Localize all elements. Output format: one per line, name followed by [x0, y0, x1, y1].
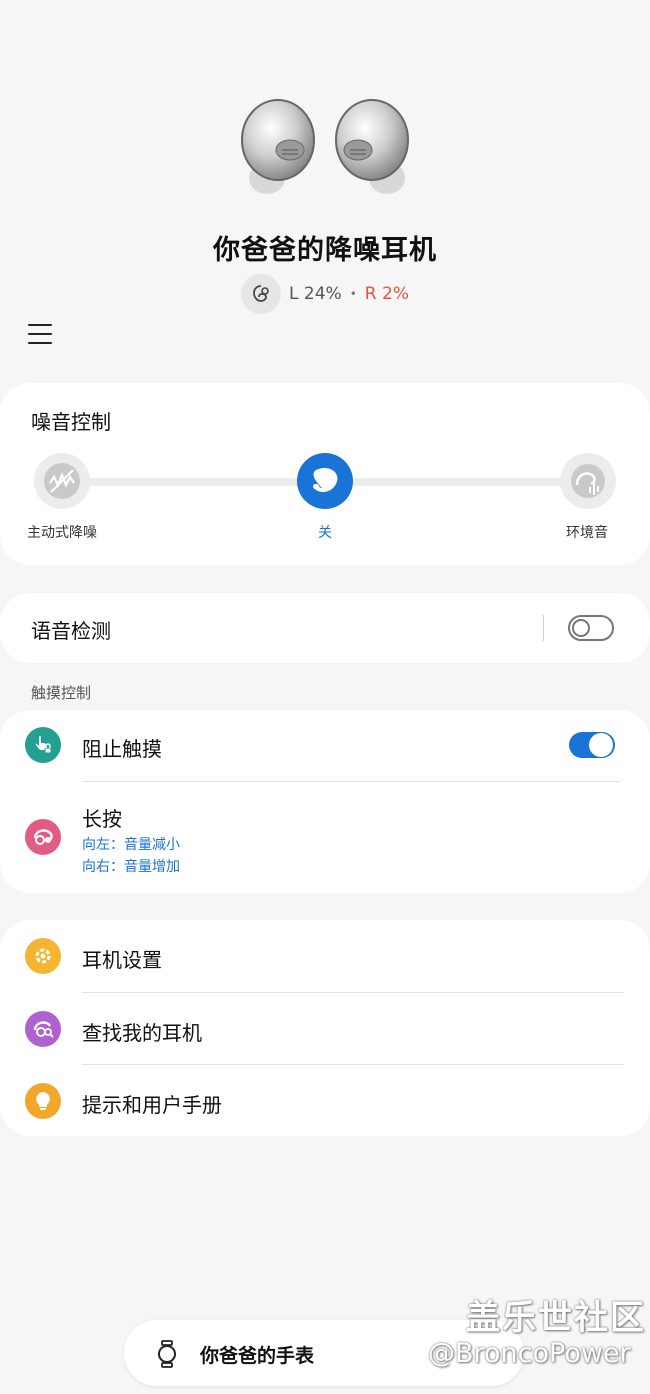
long-press-label[interactable]: 长按: [82, 803, 122, 832]
earbud-off-icon: [313, 467, 338, 492]
lightbulb-icon: [25, 1083, 61, 1119]
ambient-sound-icon: [571, 464, 605, 498]
voice-detect-toggle[interactable]: [568, 615, 614, 641]
block-touch-toggle[interactable]: [569, 732, 615, 758]
find-my-earbuds-item[interactable]: 查找我的耳机: [82, 1017, 202, 1046]
watch-icon: [158, 1340, 176, 1368]
long-press-icon: [25, 819, 61, 855]
anc-mode-button[interactable]: [34, 453, 90, 509]
anc-mode-label: 主动式降噪: [27, 525, 97, 541]
ambient-mode-button[interactable]: [560, 453, 616, 509]
watch-name: 你爸爸的手表: [200, 1345, 315, 1367]
battery-right: R 2%: [364, 284, 409, 304]
block-touch-icon: [25, 727, 61, 763]
earbud-settings-item[interactable]: 耳机设置: [82, 944, 162, 973]
noise-off-label: 关: [318, 525, 332, 541]
touch-controls-section-label: 触摸控制: [31, 684, 92, 702]
earbud-settings-icon: [25, 938, 61, 974]
find-earbuds-icon: [25, 1011, 61, 1047]
battery-separator: •: [349, 287, 357, 301]
divider: [82, 1064, 624, 1065]
earbuds-image: [241, 99, 409, 194]
anc-icon: [44, 463, 80, 499]
divider: [82, 781, 620, 782]
noise-control-title: 噪音控制: [31, 410, 111, 434]
battery-status: L 24% • R 2%: [0, 274, 650, 314]
battery-left: L 24%: [289, 284, 342, 304]
long-press-left-action: 向左：音量减小: [82, 837, 180, 853]
device-name: 你爸爸的降噪耳机: [213, 235, 437, 266]
tips-manual-item[interactable]: 提示和用户手册: [82, 1089, 222, 1118]
long-press-right-action: 向右：音量增加: [82, 859, 180, 875]
watermark-handle: @BroncoPower: [428, 1338, 631, 1369]
watermark-title: 盖乐世社区: [466, 1298, 646, 1338]
voice-detect-divider: [543, 615, 544, 641]
voice-detect-label: 语音检测: [31, 619, 111, 643]
ambient-mode-label: 环境音: [566, 525, 608, 541]
earbud-battery-icon: [241, 274, 282, 314]
divider: [82, 992, 624, 993]
menu-icon[interactable]: [28, 324, 52, 346]
noise-off-button[interactable]: [297, 453, 353, 509]
block-touch-label: 阻止触摸: [82, 737, 162, 761]
